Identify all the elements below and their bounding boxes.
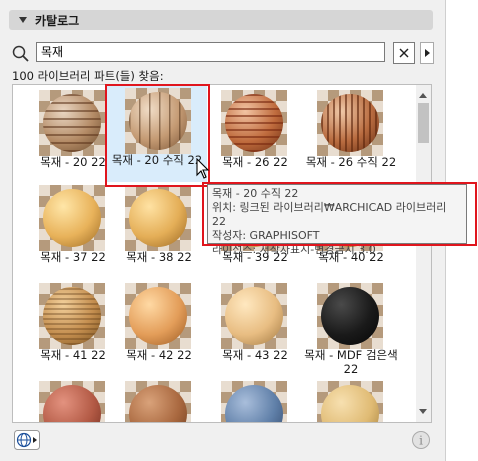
search-icon bbox=[12, 45, 29, 62]
material-sphere bbox=[43, 287, 101, 345]
library-item[interactable]: 목재 - 43 22 bbox=[207, 280, 303, 376]
item-thumbnail bbox=[39, 283, 105, 349]
item-label: 목재 - 26 수직 22 bbox=[305, 155, 397, 169]
result-count: 100 라이브러리 파트(들) 찾음: bbox=[12, 69, 164, 83]
info-icon: i bbox=[412, 431, 430, 449]
catalog-header[interactable]: 카탈로그 bbox=[9, 10, 433, 30]
search-input[interactable] bbox=[36, 42, 385, 62]
library-item[interactable]: 목재 - 26 22 bbox=[207, 87, 303, 183]
material-sphere bbox=[225, 94, 283, 152]
item-label: 목재 - 41 22 bbox=[40, 348, 106, 362]
item-thumbnail bbox=[221, 90, 287, 156]
globe-menu-button[interactable] bbox=[14, 430, 40, 450]
item-thumbnail bbox=[125, 283, 191, 349]
item-thumbnail bbox=[39, 185, 105, 251]
item-thumbnail bbox=[317, 90, 383, 156]
library-item[interactable] bbox=[111, 378, 207, 422]
item-label: 목재 - 37 22 bbox=[40, 250, 106, 264]
close-icon bbox=[399, 48, 409, 58]
library-item[interactable]: 목재 - 37 22 bbox=[25, 182, 121, 278]
library-item[interactable] bbox=[303, 378, 399, 422]
library-item[interactable] bbox=[207, 378, 303, 422]
material-sphere bbox=[43, 189, 101, 247]
tooltip-outline bbox=[202, 182, 477, 246]
material-sphere bbox=[129, 189, 187, 247]
item-label: 목재 - 43 22 bbox=[222, 348, 288, 362]
catalog-title: 카탈로그 bbox=[35, 13, 80, 28]
item-label: 목재 - MDF 검은색 22 bbox=[304, 348, 398, 376]
library-item[interactable]: 목재 - 41 22 bbox=[25, 280, 121, 376]
globe-icon bbox=[14, 430, 40, 450]
scroll-up-icon[interactable] bbox=[419, 93, 427, 98]
item-label: 목재 - 20 수직 22 bbox=[111, 153, 203, 167]
library-item[interactable]: 목재 - 42 22 bbox=[111, 280, 207, 376]
scroll-down-icon[interactable] bbox=[419, 409, 427, 414]
chevron-right-icon bbox=[424, 49, 430, 57]
material-sphere bbox=[321, 287, 379, 345]
item-label: 목재 - 38 22 bbox=[126, 250, 192, 264]
material-sphere bbox=[129, 287, 187, 345]
item-thumbnail bbox=[39, 381, 105, 422]
scroll-thumb[interactable] bbox=[418, 103, 429, 143]
item-label: 목재 - 42 22 bbox=[126, 348, 192, 362]
item-thumbnail bbox=[39, 90, 105, 156]
library-item[interactable]: 목재 - 20 수직 22 bbox=[107, 85, 207, 182]
library-item[interactable] bbox=[25, 378, 121, 422]
item-label: 목재 - 26 22 bbox=[222, 155, 288, 169]
material-sphere bbox=[321, 94, 379, 152]
info-button[interactable]: i bbox=[411, 430, 431, 450]
item-thumbnail bbox=[317, 283, 383, 349]
search-row bbox=[12, 42, 434, 64]
library-item[interactable]: 목재 - 26 수직 22 bbox=[303, 87, 399, 183]
item-thumbnail bbox=[317, 381, 383, 422]
item-thumbnail bbox=[221, 283, 287, 349]
item-thumbnail bbox=[125, 88, 191, 154]
library-item[interactable]: 목재 - MDF 검은색 22 bbox=[303, 280, 399, 376]
catalog-panel: 카탈로그 100 라이브러리 파트(들) 찾음: 목재 - 20 22목재 - … bbox=[0, 0, 478, 461]
expand-button[interactable] bbox=[420, 42, 434, 64]
material-sphere bbox=[129, 92, 187, 150]
item-thumbnail bbox=[221, 381, 287, 422]
item-thumbnail bbox=[125, 381, 191, 422]
material-sphere bbox=[225, 287, 283, 345]
collapse-triangle-icon[interactable] bbox=[19, 17, 27, 23]
clear-search-button[interactable] bbox=[393, 42, 415, 64]
item-thumbnail bbox=[125, 185, 191, 251]
material-sphere bbox=[43, 94, 101, 152]
mouse-cursor-icon bbox=[196, 158, 210, 179]
library-item[interactable]: 목재 - 38 22 bbox=[111, 182, 207, 278]
svg-text:i: i bbox=[419, 434, 423, 448]
